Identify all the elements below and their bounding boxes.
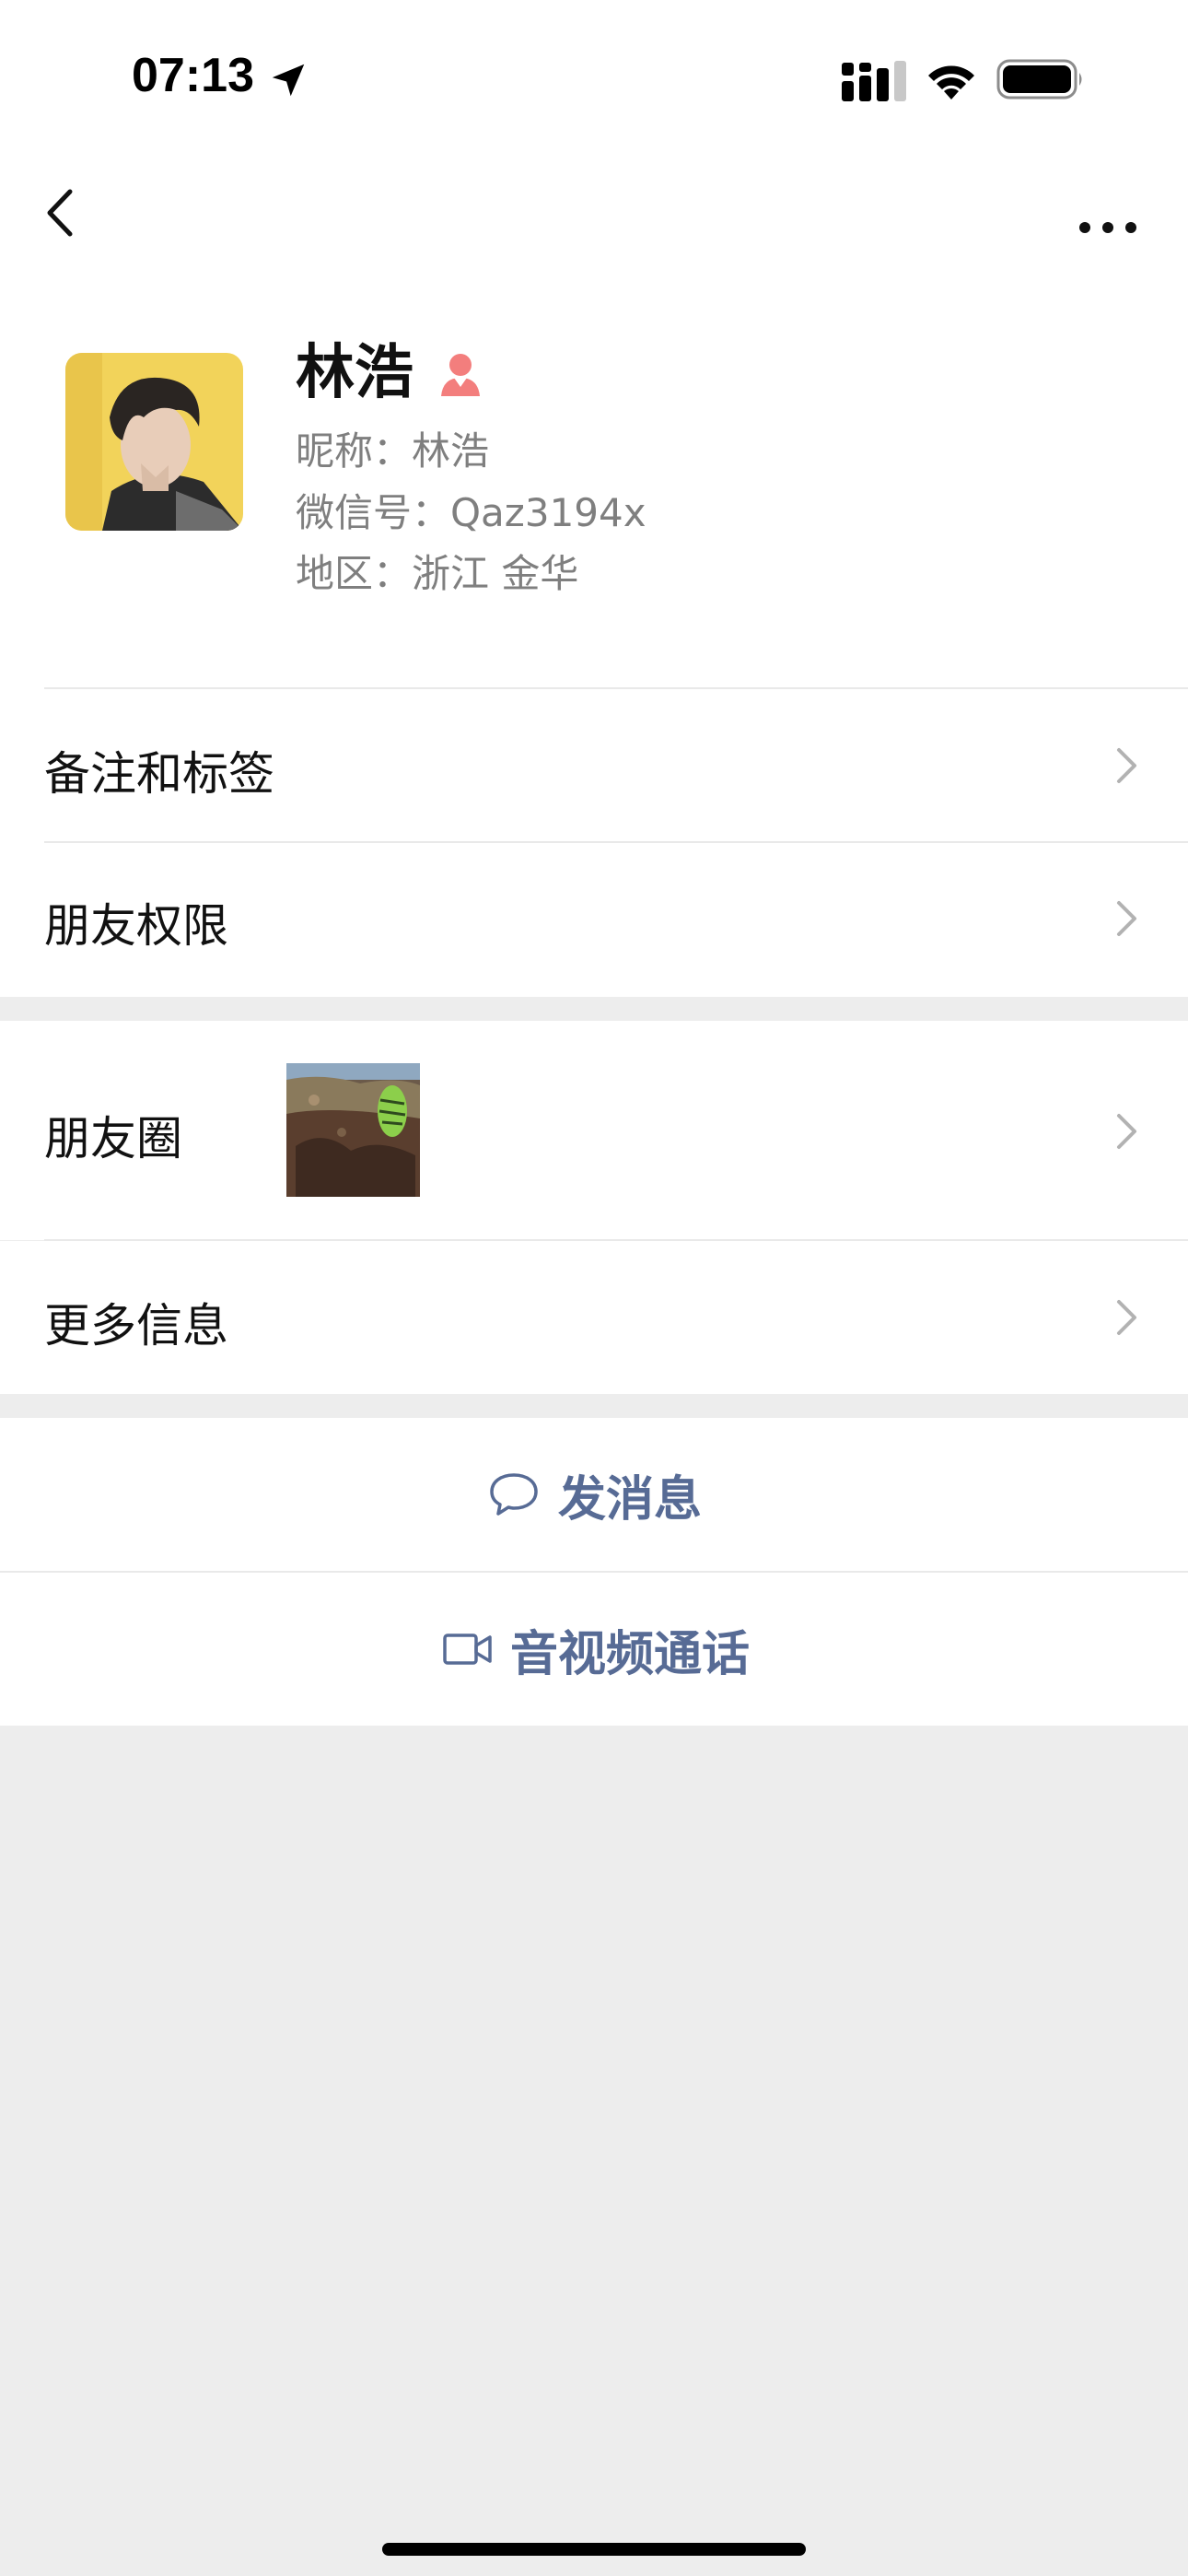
profile-name: 林浩 xyxy=(296,339,413,407)
location-arrow-icon xyxy=(272,64,305,97)
chevron-right-icon xyxy=(1117,1114,1136,1149)
status-bar: 07:13 xyxy=(0,0,1188,147)
back-button[interactable] xyxy=(37,181,92,245)
more-info-row[interactable]: 更多信息 xyxy=(0,1241,1188,1394)
more-info-label: 更多信息 xyxy=(44,1299,228,1352)
region-text: 地区：浙江 金华 xyxy=(296,551,579,596)
moments-thumbnail[interactable] xyxy=(286,1063,420,1197)
chevron-right-icon xyxy=(1117,748,1136,783)
send-message-content: 发消息 xyxy=(488,1418,702,1571)
remarks-tags-row[interactable]: 备注和标签 xyxy=(0,689,1188,842)
section-gap xyxy=(0,997,1188,1021)
wechat-id-text: 微信号：Qaz3194x xyxy=(296,490,646,535)
chat-bubble-icon xyxy=(490,1473,538,1516)
av-call-content: 音视频通话 xyxy=(442,1573,750,1726)
remarks-tags-label: 备注和标签 xyxy=(44,747,274,801)
wifi-icon xyxy=(928,65,974,100)
moments-photo xyxy=(286,1063,420,1197)
avatar[interactable] xyxy=(65,353,243,531)
send-message-label: 发消息 xyxy=(558,1471,703,1528)
battery-icon xyxy=(996,59,1082,100)
moments-row[interactable]: 朋友圈 xyxy=(0,1021,1188,1240)
avatar-image xyxy=(65,353,243,531)
chevron-left-icon xyxy=(47,189,73,237)
status-time: 07:13 xyxy=(132,49,254,102)
contact-profile-page: 07:13 林浩 昵称：林浩 微信号：Qaz3194x 地区：浙江 金华 备注和… xyxy=(0,0,1188,2576)
home-indicator xyxy=(382,2543,806,2556)
female-icon xyxy=(441,354,480,396)
cellular-signal-icon xyxy=(842,61,906,101)
ellipsis-icon xyxy=(1079,222,1136,233)
send-message-button[interactable]: 发消息 xyxy=(0,1418,1188,1571)
av-call-button[interactable]: 音视频通话 xyxy=(0,1573,1188,1726)
nav-bar xyxy=(0,166,1188,258)
chevron-right-icon xyxy=(1117,901,1136,936)
video-camera-icon xyxy=(443,1633,492,1665)
moments-label: 朋友圈 xyxy=(44,1112,182,1165)
chevron-right-icon xyxy=(1117,1300,1136,1335)
section-gap xyxy=(0,1394,1188,1418)
more-options-button[interactable] xyxy=(1076,184,1140,240)
friend-permissions-label: 朋友权限 xyxy=(44,899,228,953)
profile-card: 07:13 林浩 昵称：林浩 微信号：Qaz3194x 地区：浙江 金华 备注和… xyxy=(0,0,1188,997)
nickname-text: 昵称：林浩 xyxy=(296,428,490,474)
friend-permissions-row[interactable]: 朋友权限 xyxy=(0,843,1188,996)
av-call-label: 音视频通话 xyxy=(510,1626,751,1682)
